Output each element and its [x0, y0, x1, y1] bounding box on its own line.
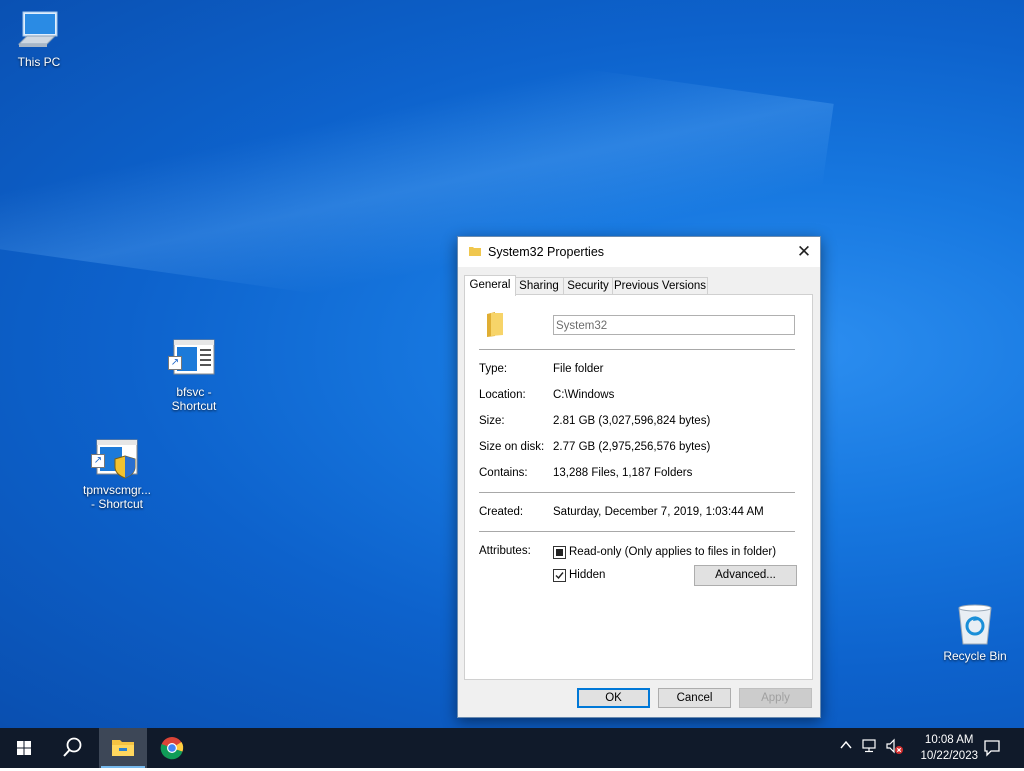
attributes-label: Attributes: — [479, 545, 531, 557]
taskbar-clock[interactable]: 10:08 AM 10/22/2023 — [920, 732, 978, 764]
desktop-icon-tpmvscmgr-shortcut[interactable]: ↗ tpmvscmgr... - Shortcut — [78, 410, 156, 525]
dialog-title: System32 Properties — [488, 245, 605, 259]
size-on-disk-label: Size on disk: — [479, 441, 545, 453]
hidden-checkbox[interactable] — [553, 569, 566, 582]
cancel-button[interactable]: Cancel — [658, 688, 731, 708]
contains-label: Contains: — [479, 467, 528, 479]
indeterminate-mark — [556, 549, 563, 556]
advanced-button[interactable]: Advanced... — [694, 565, 797, 586]
network-icon[interactable] — [862, 738, 880, 757]
hidden-label: Hidden — [569, 569, 606, 581]
location-value: C:\Windows — [553, 389, 615, 401]
taskbar-file-explorer[interactable] — [99, 728, 147, 768]
search-button[interactable] — [48, 728, 96, 768]
shortcut-arrow-icon: ↗ — [91, 454, 105, 468]
folder-large-icon — [487, 312, 503, 337]
clock-date: 10/22/2023 — [920, 750, 978, 762]
location-label: Location: — [479, 389, 526, 401]
created-label: Created: — [479, 506, 524, 518]
dialog-titlebar[interactable]: System32 Properties ✕ — [458, 237, 820, 267]
desktop-icon-label: Recycle Bin — [943, 649, 1007, 663]
application-shield-icon: ↗ — [91, 424, 139, 479]
start-button[interactable] — [0, 728, 48, 768]
divider — [479, 531, 795, 532]
folder-name-field[interactable]: System32 — [553, 315, 795, 335]
desktop-icon-recycle-bin[interactable]: Recycle Bin — [936, 602, 1014, 663]
tab-sharing[interactable]: Sharing — [514, 277, 564, 295]
file-explorer-icon — [112, 740, 134, 756]
windows-logo-icon — [17, 741, 31, 755]
search-icon — [63, 737, 82, 757]
application-window-icon: ↗ — [168, 324, 216, 375]
checkmark-icon — [555, 572, 564, 580]
shortcut-arrow-icon: ↗ — [168, 356, 182, 370]
tab-security[interactable]: Security — [563, 277, 613, 295]
type-value: File folder — [553, 363, 604, 375]
show-hidden-icons-chevron-icon[interactable] — [839, 738, 853, 755]
contains-value: 13,288 Files, 1,187 Folders — [553, 467, 693, 479]
properties-dialog: System32 Properties ✕ General Sharing Se… — [457, 236, 821, 718]
close-button[interactable]: ✕ — [788, 237, 820, 267]
desktop-icon-label: tpmvscmgr... - Shortcut — [82, 483, 151, 511]
notifications-icon[interactable] — [983, 739, 1001, 760]
desktop-icon-label: bfsvc - Shortcut — [171, 385, 217, 413]
recycle-bin-icon — [955, 602, 995, 646]
readonly-checkbox[interactable] — [553, 546, 566, 559]
this-pc-icon — [17, 10, 61, 52]
clock-time: 10:08 AM — [924, 734, 974, 746]
size-on-disk-value: 2.77 GB (2,975,256,576 bytes) — [553, 441, 711, 453]
divider — [479, 349, 795, 350]
general-tab-panel: System32 Type: File folder Location: C:\… — [464, 294, 813, 680]
readonly-label: Read-only (Only applies to files in fold… — [569, 546, 777, 558]
type-label: Type: — [479, 363, 508, 375]
taskbar-chrome[interactable] — [148, 728, 196, 768]
desktop-icon-label: This PC — [17, 55, 61, 69]
taskbar: 10:08 AM 10/22/2023 — [0, 728, 1024, 768]
tab-general[interactable]: General — [464, 275, 516, 296]
divider — [479, 492, 795, 493]
volume-muted-icon[interactable] — [885, 738, 905, 759]
chrome-icon — [160, 737, 184, 760]
size-value: 2.81 GB (3,027,596,824 bytes) — [553, 415, 711, 427]
size-label: Size: — [479, 415, 505, 427]
tab-previous-versions[interactable]: Previous Versions — [612, 277, 708, 295]
created-value: Saturday, December 7, 2019, 1:03:44 AM — [553, 506, 764, 518]
apply-button[interactable]: Apply — [739, 688, 812, 708]
desktop-icon-this-pc[interactable]: This PC — [0, 10, 78, 69]
ok-button[interactable]: OK — [577, 688, 650, 708]
folder-icon — [469, 247, 481, 256]
desktop-icon-bfsvc-shortcut[interactable]: ↗ bfsvc - Shortcut — [155, 310, 233, 427]
